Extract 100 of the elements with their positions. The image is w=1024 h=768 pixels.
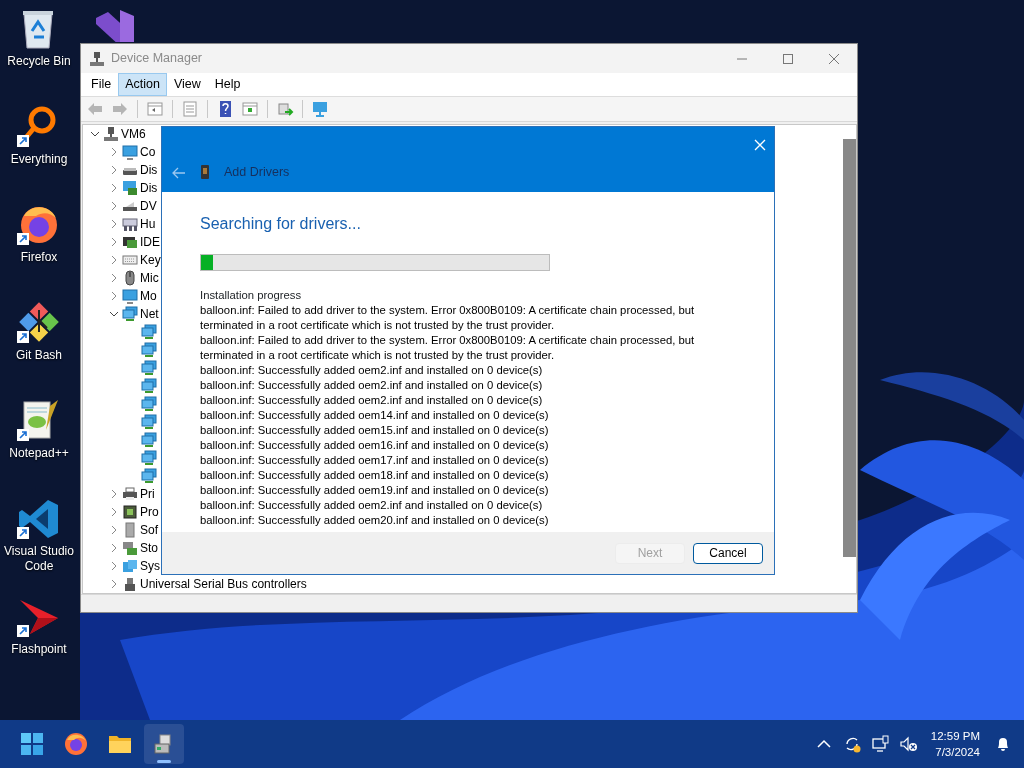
tree-item[interactable]: Sto — [140, 539, 158, 557]
tree-item[interactable]: Net — [140, 305, 159, 323]
expand-chevron-icon[interactable] — [109, 489, 119, 499]
network-adapter-icon — [141, 468, 157, 484]
taskbar-app[interactable] — [144, 724, 184, 764]
log-line: balloon.inf: Failed to add driver to the system. Error 0x800B0109: A certificate chain processed, but terminated in a root certificate which is not trusted by the trust provider. — [200, 303, 696, 333]
tree-item[interactable]: Pri — [140, 485, 155, 503]
expand-chevron-icon[interactable] — [109, 543, 119, 553]
menu-item[interactable]: Help — [207, 73, 248, 96]
tree-item[interactable]: Universal Serial Bus controllers — [140, 575, 307, 593]
forward-arrow-icon — [111, 100, 129, 118]
update-pane-icon — [241, 100, 259, 118]
device-manager-icon — [89, 50, 105, 67]
tree-item[interactable]: Dis — [140, 161, 158, 179]
mouse-icon — [122, 270, 138, 286]
log-line: balloon.inf: Failed to add driver to the system. Error 0x800B0109: A certificate chain processed, but terminated in a root certificate which is not trusted by the trust provider. — [200, 333, 696, 363]
network-adapter-icon — [141, 360, 157, 376]
tray-button[interactable] — [870, 735, 889, 753]
dialog-title: Add Drivers — [224, 164, 290, 181]
tree-item[interactable]: DV — [140, 197, 157, 215]
collapse-chevron-icon[interactable] — [90, 129, 100, 139]
log-line: balloon.inf: Successfully added oem20.inf and installed on 0 device(s) — [200, 513, 550, 528]
expand-chevron-icon[interactable] — [109, 183, 119, 193]
usb-icon — [122, 576, 138, 592]
clock-date: 7/3/2024 — [934, 745, 980, 760]
monitor-icon — [122, 144, 138, 160]
expand-chevron-icon[interactable] — [109, 147, 119, 157]
network-adapter-icon — [141, 396, 157, 412]
tree-item[interactable]: Sof — [140, 521, 158, 539]
tree-item[interactable]: IDE — [140, 233, 160, 251]
device-icon — [200, 164, 210, 181]
properties-pane-icon — [146, 100, 164, 118]
icon-label[interactable]: Flashpoint — [11, 642, 67, 657]
tree-item[interactable]: Mo — [140, 287, 157, 305]
monitor-icon — [311, 100, 329, 118]
tree-item[interactable]: Hu — [140, 215, 156, 233]
expand-chevron-icon[interactable] — [109, 525, 119, 535]
expand-chevron-icon[interactable] — [109, 579, 119, 589]
tree-item[interactable]: Dis — [140, 179, 158, 197]
document-icon — [181, 100, 199, 118]
scrollbar[interactable] — [843, 139, 856, 557]
tree-item[interactable]: Mic — [140, 269, 159, 287]
tree-item[interactable]: Pro — [140, 503, 159, 521]
expand-chevron-icon[interactable] — [109, 291, 119, 301]
keyboard-icon — [122, 252, 138, 268]
tree-item[interactable]: Sys — [140, 557, 160, 575]
cancel-button[interactable]: Cancel — [693, 542, 763, 564]
menu-item[interactable]: Action — [118, 73, 167, 96]
icon-label[interactable]: Recycle Bin — [7, 54, 71, 69]
log-line: balloon.inf: Successfully added oem2.inf and installed on 0 device(s) — [200, 393, 544, 408]
software-device-icon — [122, 522, 138, 538]
monitor-icon — [122, 288, 138, 304]
expand-chevron-icon[interactable] — [109, 255, 119, 265]
log-line: balloon.inf: Successfully added oem14.inf and installed on 0 device(s) — [200, 408, 550, 423]
menu-item[interactable]: View — [166, 73, 208, 96]
log-line: balloon.inf: Successfully added oem17.inf and installed on 0 device(s) — [200, 453, 550, 468]
expand-chevron-icon[interactable] — [109, 273, 119, 283]
expand-chevron-icon[interactable] — [109, 219, 119, 229]
toolbar-button[interactable] — [239, 100, 261, 118]
speaker-muted-icon — [898, 735, 917, 753]
log-line: balloon.inf: Successfully added oem15.inf and installed on 0 device(s) — [200, 423, 550, 438]
tree-item[interactable]: VM6 — [121, 125, 146, 143]
computer-icon — [103, 126, 119, 142]
icon-label[interactable]: Visual Studio Code — [0, 544, 78, 574]
window-title: Device Manager — [111, 50, 202, 68]
clock[interactable]: 12:59 PM 7/3/2024 — [926, 728, 984, 760]
keyboard-device-icon — [122, 216, 138, 232]
controller-card-icon — [122, 234, 138, 250]
processor-icon — [122, 504, 138, 520]
icon-label[interactable]: Everything — [10, 152, 68, 167]
icon-label[interactable]: Git Bash — [16, 348, 62, 363]
maximize-icon — [783, 53, 793, 64]
expand-chevron-icon[interactable] — [109, 561, 119, 571]
expand-chevron-icon[interactable] — [109, 237, 119, 247]
network-adapter-icon — [141, 432, 157, 448]
windows-logo-icon — [20, 732, 44, 756]
menu-item[interactable]: File — [84, 73, 119, 96]
log-line: balloon.inf: Successfully added oem19.inf and installed on 0 device(s) — [200, 483, 550, 498]
network-adapter-icon — [122, 306, 138, 322]
display-adapter-icon — [122, 180, 138, 196]
tree-item[interactable]: Key — [140, 251, 161, 269]
network-adapter-icon — [141, 450, 157, 466]
log-line: balloon.inf: Successfully added oem2.inf and installed on 0 device(s) — [200, 498, 544, 513]
log-line: balloon.inf: Successfully added oem16.inf and installed on 0 device(s) — [200, 438, 550, 453]
network-adapter-icon — [141, 378, 157, 394]
log-line: balloon.inf: Successfully added oem2.inf and installed on 0 device(s) — [200, 378, 544, 393]
expand-chevron-icon[interactable] — [109, 201, 119, 211]
storage-controller-icon — [122, 540, 138, 556]
tray-button[interactable] — [898, 735, 917, 753]
icon-label[interactable]: Notepad++ — [9, 446, 69, 461]
log-line: balloon.inf: Successfully added oem18.inf and installed on 0 device(s) — [200, 468, 550, 483]
clock-time: 12:59 PM — [930, 729, 980, 744]
expand-chevron-icon[interactable] — [109, 507, 119, 517]
progress-label: Installation progress — [200, 288, 303, 303]
expand-chevron-icon[interactable] — [109, 165, 119, 175]
icon-label[interactable]: Firefox — [20, 250, 58, 265]
tree-item[interactable]: Co — [140, 143, 156, 161]
collapse-chevron-icon[interactable] — [109, 309, 119, 319]
system-devices-icon — [122, 558, 138, 574]
browser-icon — [64, 732, 88, 756]
